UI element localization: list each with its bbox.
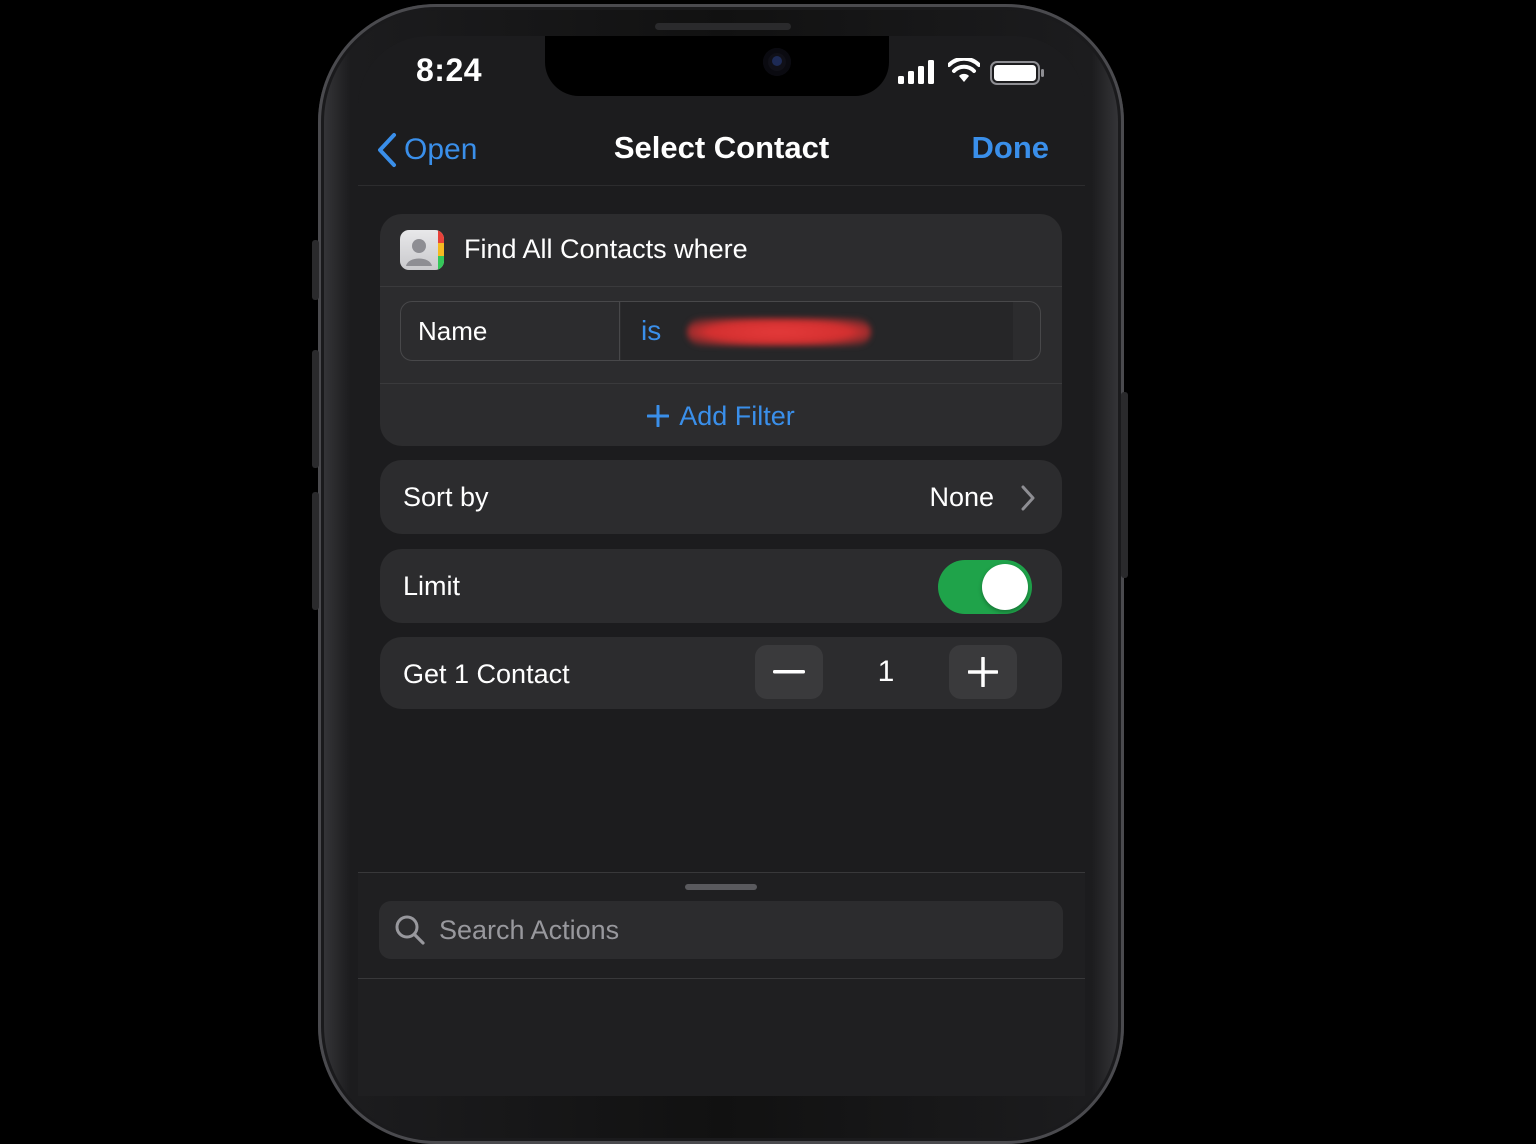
search-input[interactable] xyxy=(437,901,1037,959)
chevron-left-icon xyxy=(378,133,396,167)
speaker-grille xyxy=(655,23,791,30)
filter-field-name[interactable]: Name xyxy=(401,302,620,360)
volume-up-button xyxy=(312,350,319,468)
get-count-row: Get 1 Contact 1 xyxy=(380,637,1062,709)
action-title: Find All Contacts where xyxy=(464,234,748,264)
navigation-bar: Open Select Contact Done xyxy=(358,114,1085,186)
limit-row: Limit xyxy=(380,549,1062,623)
filter-value-container: is xyxy=(621,302,1013,360)
wifi-icon xyxy=(948,58,980,82)
find-contacts-action-card: Find All Contacts where Name is Add Filt… xyxy=(380,214,1062,446)
phone-screen: 8:24 Open Select Contact Done Find All C… xyxy=(358,36,1085,1096)
action-header: Find All Contacts where xyxy=(380,214,1062,287)
sort-by-value: None xyxy=(929,482,994,512)
silent-switch xyxy=(312,240,319,300)
toggle-knob xyxy=(982,564,1028,610)
notch xyxy=(545,36,889,96)
add-filter-button[interactable]: Add Filter xyxy=(380,398,1062,434)
search-icon xyxy=(395,915,425,945)
search-bar[interactable] xyxy=(379,901,1063,959)
contacts-app-icon xyxy=(400,230,444,270)
front-camera xyxy=(763,48,791,76)
done-button[interactable]: Done xyxy=(972,130,1050,166)
power-button xyxy=(1121,392,1128,578)
divider xyxy=(358,978,1085,979)
back-button-label: Open xyxy=(404,133,478,166)
back-button[interactable]: Open xyxy=(376,130,477,170)
limit-label: Limit xyxy=(403,571,461,601)
chevron-right-icon xyxy=(1021,485,1035,511)
action-editor: Find All Contacts where Name is Add Filt… xyxy=(358,187,1085,873)
plus-icon xyxy=(647,405,670,427)
volume-down-button xyxy=(312,492,319,610)
plus-icon xyxy=(968,657,998,687)
stepper-value: 1 xyxy=(877,655,895,688)
battery-icon xyxy=(990,61,1044,85)
sort-by-label: Sort by xyxy=(403,482,489,512)
filter-operator[interactable]: is xyxy=(641,315,661,347)
get-count-label: Get 1 Contact xyxy=(403,659,570,689)
sort-by-row[interactable]: Sort by None xyxy=(380,460,1062,534)
filter-row: Name is xyxy=(400,301,1041,361)
filter-value-field[interactable] xyxy=(687,316,871,348)
minus-icon xyxy=(773,670,805,674)
add-filter-label: Add Filter xyxy=(679,400,795,431)
status-time: 8:24 xyxy=(416,52,483,88)
page-title: Select Contact xyxy=(613,130,830,165)
limit-toggle[interactable] xyxy=(938,560,1032,614)
divider xyxy=(380,383,1062,384)
actions-bottom-sheet xyxy=(358,872,1085,1096)
signal-icon xyxy=(898,60,934,84)
sheet-grabber[interactable] xyxy=(685,884,757,890)
stepper-increment-button[interactable] xyxy=(949,645,1017,699)
stepper-decrement-button[interactable] xyxy=(755,645,823,699)
